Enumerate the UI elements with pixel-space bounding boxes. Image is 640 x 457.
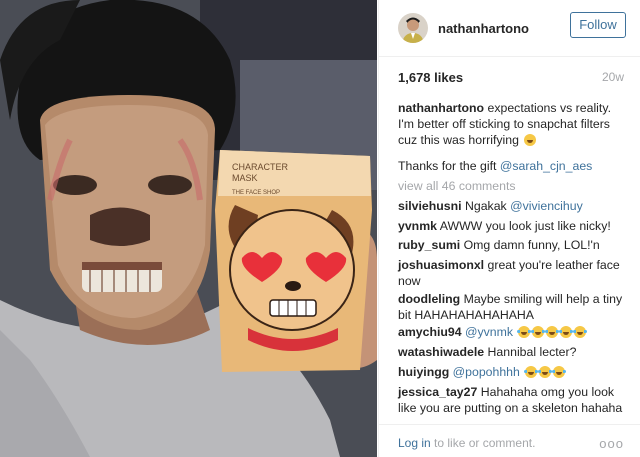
comment-mention[interactable]: @yvnmk bbox=[465, 325, 513, 339]
comment-username[interactable]: joshuasimonxl bbox=[398, 258, 484, 272]
divider bbox=[379, 56, 640, 57]
view-all-comments: view all 46 comments bbox=[398, 178, 628, 194]
comment-text: Ngakak bbox=[464, 199, 511, 213]
view-all-comments-link[interactable]: view all 46 comments bbox=[398, 179, 516, 193]
tears-of-joy-emoji-icon bbox=[524, 366, 539, 378]
likes-count[interactable]: 1,678 likes bbox=[398, 70, 463, 85]
comment-username[interactable]: silviehusni bbox=[398, 199, 462, 213]
comment-item: watashiwadele Hannibal lecter? bbox=[398, 344, 628, 360]
comment-item: silviehusni Ngakak @viviencihuy bbox=[398, 198, 628, 214]
grinning-emoji-icon bbox=[524, 134, 537, 146]
tears-of-joy-emoji-icon bbox=[559, 326, 574, 338]
svg-text:CHARACTER: CHARACTER bbox=[232, 162, 289, 172]
post-sidebar: nathanhartono Follow 1,678 likes 20w nat… bbox=[378, 0, 640, 457]
comment-item: Thanks for the gift @sarah_cjn_aes bbox=[398, 158, 628, 174]
post-photo[interactable]: CHARACTER MASK THE FACE SHOP bbox=[0, 0, 377, 457]
comment-username[interactable]: watashiwadele bbox=[398, 345, 484, 359]
more-options-icon[interactable]: ooo bbox=[599, 436, 624, 451]
comment-text: AWWW you look just like nicky! bbox=[439, 219, 611, 233]
comment-mention[interactable]: @viviencihuy bbox=[510, 199, 583, 213]
comment-mention[interactable]: @sarah_cjn_aes bbox=[500, 159, 592, 173]
comment-item: yvnmk AWWW you look just like nicky! bbox=[398, 218, 628, 234]
login-footer: Log in to like or comment. ooo bbox=[398, 436, 624, 452]
tears-of-joy-emoji-icon bbox=[531, 326, 546, 338]
tears-of-joy-emoji-icon bbox=[545, 326, 560, 338]
comment-username[interactable]: jessica_tay27 bbox=[398, 385, 477, 399]
comment-username[interactable]: nathanhartono bbox=[398, 101, 484, 115]
comment-mention[interactable]: @popohhhh bbox=[453, 365, 520, 379]
tears-of-joy-emoji-icon bbox=[573, 326, 588, 338]
login-link[interactable]: Log in bbox=[398, 436, 431, 450]
tears-of-joy-emoji-icon bbox=[517, 326, 532, 338]
login-prompt-text: to like or comment. bbox=[430, 436, 536, 450]
avatar[interactable] bbox=[398, 13, 428, 43]
comment-username[interactable]: huiyingg bbox=[398, 365, 449, 379]
comment-username[interactable]: ruby_sumi bbox=[398, 238, 460, 252]
comment-text: Thanks for the gift bbox=[398, 159, 500, 173]
post-time[interactable]: 20w bbox=[602, 70, 624, 84]
caption: nathanhartono expectations vs reality. I… bbox=[398, 100, 628, 148]
comment-username[interactable]: doodleling bbox=[398, 292, 460, 306]
svg-text:MASK: MASK bbox=[232, 173, 258, 183]
comment-item: huiyingg @popohhhh bbox=[398, 364, 628, 380]
mask-packet: CHARACTER MASK THE FACE SHOP bbox=[215, 150, 372, 372]
header-username[interactable]: nathanhartono bbox=[438, 21, 529, 36]
follow-button[interactable]: Follow bbox=[570, 12, 626, 38]
comment-item: joshuasimonxl great you're leather face … bbox=[398, 257, 628, 289]
tears-of-joy-emoji-icon bbox=[538, 366, 553, 378]
post-image: CHARACTER MASK THE FACE SHOP bbox=[0, 0, 377, 457]
divider bbox=[379, 424, 640, 425]
comment-item: amychiu94 @yvnmk bbox=[398, 324, 628, 340]
comment-username[interactable]: amychiu94 bbox=[398, 325, 462, 339]
svg-text:THE FACE SHOP: THE FACE SHOP bbox=[232, 190, 280, 196]
comment-text: Hannibal lecter? bbox=[487, 345, 577, 359]
post-header: nathanhartono Follow bbox=[379, 0, 640, 56]
stats-row: 1,678 likes 20w bbox=[398, 70, 624, 88]
comment-text: Omg damn funny, LOL!'n bbox=[463, 238, 600, 252]
comment-item: ruby_sumi Omg damn funny, LOL!'n bbox=[398, 237, 628, 253]
tears-of-joy-emoji-icon bbox=[552, 366, 567, 378]
comment-item: doodleling Maybe smiling will help a tin… bbox=[398, 291, 628, 323]
comment-item: jessica_tay27 Hahahaha omg you look like… bbox=[398, 384, 628, 416]
comment-username[interactable]: yvnmk bbox=[398, 219, 437, 233]
